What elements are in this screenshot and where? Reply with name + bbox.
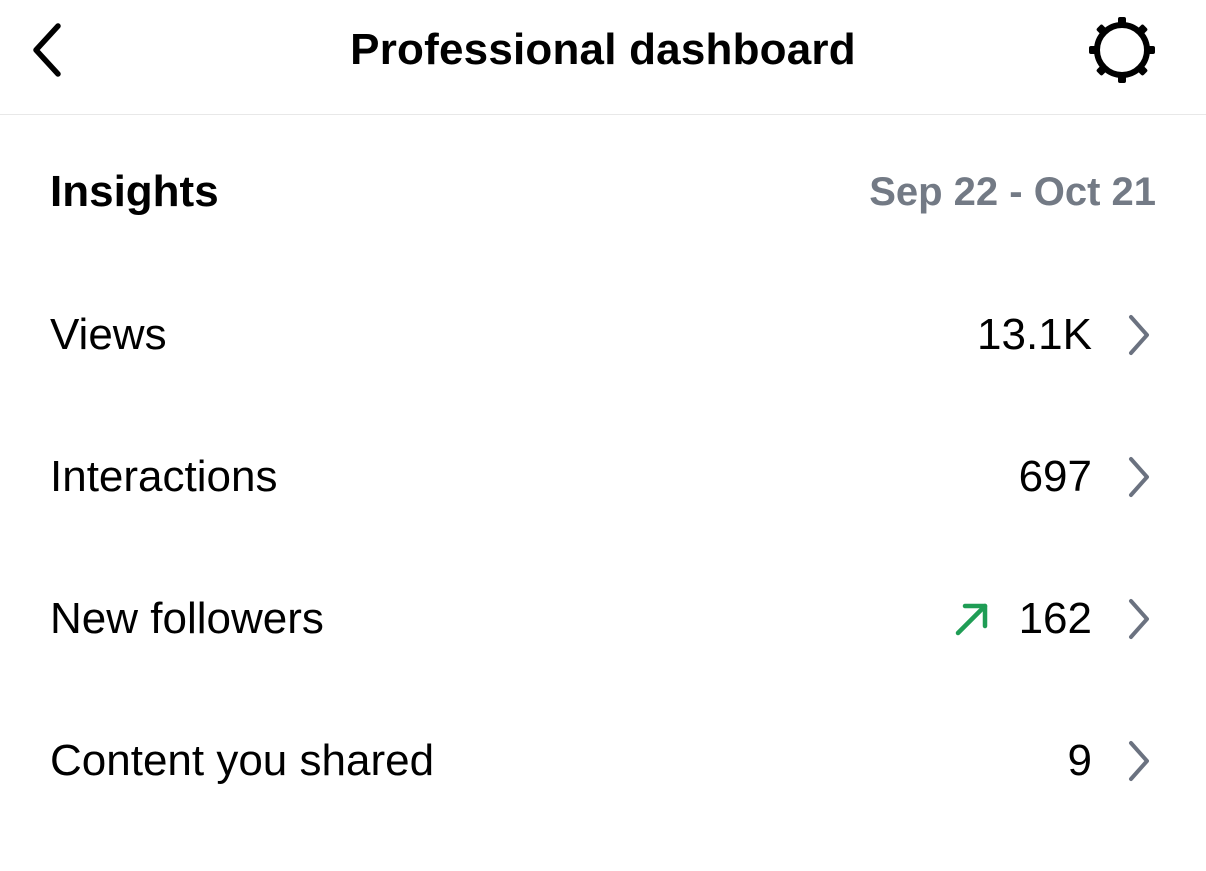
metric-value: 9 (1067, 736, 1092, 785)
metric-value: 697 (1018, 452, 1092, 501)
metric-label: Interactions (50, 452, 278, 501)
date-range: Sep 22 - Oct 21 (869, 169, 1156, 214)
section-title: Insights (50, 167, 219, 216)
metric-row-views[interactable]: Views 13.1K (0, 285, 1206, 385)
top-bar: Professional dashboard (0, 0, 1206, 115)
page-title: Professional dashboard (350, 25, 856, 74)
metric-label: New followers (50, 594, 324, 643)
chevron-right-icon (1124, 455, 1154, 499)
metric-label: Content you shared (50, 736, 435, 785)
metric-value: 162 (1018, 594, 1092, 643)
chevron-right-icon (1124, 597, 1154, 641)
chevron-right-icon (1124, 739, 1154, 783)
metric-row-interactions[interactable]: Interactions 697 (0, 427, 1206, 527)
metric-value: 13.1K (977, 310, 1092, 359)
gear-icon (1089, 17, 1155, 83)
settings-button[interactable] (1082, 10, 1162, 90)
insights-header: Insights Sep 22 - Oct 21 (50, 160, 1156, 224)
trend-up-arrow-icon (953, 600, 991, 638)
metric-row-new-followers[interactable]: New followers 162 (0, 569, 1206, 669)
chevron-right-icon (1124, 313, 1154, 357)
metric-label: Views (50, 310, 167, 359)
metric-row-content-shared[interactable]: Content you shared 9 (0, 711, 1206, 811)
